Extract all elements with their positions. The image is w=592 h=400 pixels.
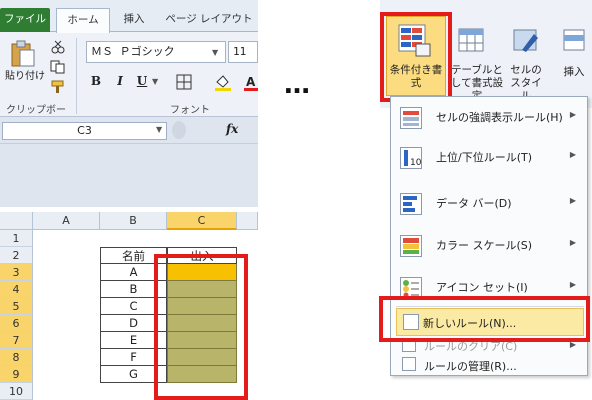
menu-item-label: ルールの管理(R)... (424, 360, 517, 373)
menu-item-label: カラー スケール(S) (436, 239, 533, 252)
top-bottom-rules-icon: 10 (400, 147, 422, 169)
clipboard-icon (11, 40, 35, 67)
tab-home[interactable]: ホーム (56, 8, 110, 33)
row-header[interactable]: 6 (0, 315, 33, 332)
chevron-right-icon: ▶ (569, 110, 576, 119)
tab-insert[interactable]: 挿入 (114, 8, 154, 32)
highlight-rules-icon (400, 107, 422, 129)
svg-text:A: A (246, 75, 256, 89)
column-header-c[interactable]: C (167, 212, 237, 230)
select-all-corner[interactable] (0, 212, 33, 230)
menu-item-top-bottom-rules[interactable]: 10 上位/下位ルール(T) ▶ (396, 140, 584, 174)
menu-item-label: アイコン セット(I) (436, 281, 528, 294)
font-size-select[interactable]: 11 (228, 41, 258, 63)
font-name-value: ＭＳ Ｐゴシック (91, 45, 175, 58)
column-header-b[interactable]: B (100, 212, 167, 230)
chevron-right-icon: ▶ (569, 280, 576, 289)
menu-item-label: セルの強調表示ルール(H) (436, 111, 563, 124)
menu-item-manage-rules[interactable]: ルールの管理(R)... (396, 354, 584, 376)
font-group-label: フォント (170, 105, 210, 116)
chevron-down-icon[interactable]: ▼ (156, 124, 162, 135)
chevron-right-icon: ▶ (569, 196, 576, 205)
insert-label[interactable]: 挿入 (558, 66, 590, 79)
highlight-frame (380, 12, 452, 102)
bold-button[interactable]: B (88, 71, 104, 91)
column-header-d[interactable] (237, 212, 258, 230)
menu-item-label: データ バー(D) (436, 197, 512, 210)
tab-file[interactable]: ファイル (0, 8, 50, 32)
font-color-icon[interactable]: A (244, 74, 258, 92)
paste-label: 貼り付け (5, 71, 45, 82)
borders-icon[interactable] (176, 74, 192, 90)
highlight-frame (154, 254, 248, 400)
formula-input[interactable] (0, 143, 258, 207)
paste-button[interactable] (8, 40, 36, 68)
row-header[interactable]: 2 (0, 247, 33, 264)
row-header[interactable]: 5 (0, 298, 33, 315)
manage-rules-icon (402, 357, 416, 371)
copy-icon[interactable] (50, 60, 66, 74)
italic-button[interactable]: I (112, 71, 128, 91)
chevron-right-icon: ▶ (569, 150, 576, 159)
row-header[interactable]: 7 (0, 332, 33, 349)
insert-cells-icon[interactable] (562, 26, 586, 54)
format-as-table-icon[interactable] (458, 26, 486, 54)
data-bars-icon (400, 193, 422, 215)
chevron-down-icon[interactable]: ▼ (152, 76, 158, 87)
chevron-right-icon: ▶ (569, 238, 576, 247)
row-header[interactable]: 1 (0, 230, 33, 247)
menu-item-label: 上位/下位ルール(T) (436, 151, 533, 164)
highlight-frame (379, 296, 590, 342)
row-header[interactable]: 3 (0, 264, 33, 281)
row-header[interactable]: 8 (0, 349, 33, 366)
column-header-a[interactable]: A (33, 212, 100, 230)
menu-item-data-bars[interactable]: データ バー(D) ▶ (396, 186, 584, 220)
svg-text:10: 10 (410, 158, 421, 168)
chevron-down-icon[interactable]: ▼ (212, 47, 218, 58)
fx-icon[interactable]: fx (226, 122, 238, 136)
formula-bar-handle[interactable] (172, 121, 186, 139)
name-box-value: C3 (77, 124, 92, 137)
name-box[interactable]: C3 (2, 122, 167, 140)
fill-color-icon[interactable] (214, 74, 232, 92)
underline-button[interactable]: U (134, 71, 150, 91)
font-size-value: 11 (233, 45, 247, 58)
row-header[interactable]: 10 (0, 383, 33, 400)
ellipsis: … (284, 70, 314, 100)
group-divider (76, 38, 77, 114)
cell-styles-icon[interactable] (512, 26, 540, 54)
row-header[interactable]: 9 (0, 366, 33, 383)
menu-item-color-scales[interactable]: カラー スケール(S) ▶ (396, 228, 584, 262)
menu-item-highlight-cells-rules[interactable]: セルの強調表示ルール(H) ▶ (396, 100, 584, 134)
color-scales-icon (400, 235, 422, 257)
cut-icon[interactable] (50, 40, 66, 54)
font-name-select[interactable]: ＭＳ Ｐゴシック (86, 41, 226, 63)
tab-page-layout[interactable]: ページ レイアウト (160, 8, 258, 32)
format-painter-icon[interactable] (50, 80, 66, 94)
row-header[interactable]: 4 (0, 281, 33, 298)
